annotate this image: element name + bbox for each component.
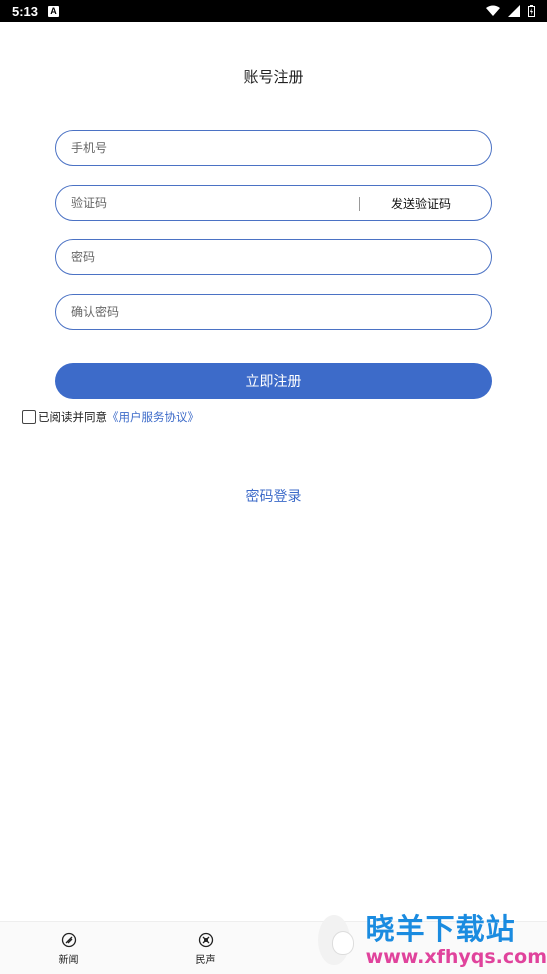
page-title: 账号注册 <box>243 68 304 86</box>
password-input[interactable] <box>71 250 351 264</box>
status-icons <box>486 5 535 17</box>
status-time: 5:13 <box>12 3 39 19</box>
confirm-password-input[interactable] <box>71 305 351 319</box>
agreement-checkbox[interactable] <box>22 410 36 424</box>
agreement-text: 已阅读并同意 <box>38 410 107 424</box>
battery-icon <box>528 5 535 17</box>
sheep-logo-icon <box>318 914 354 965</box>
register-button[interactable]: 立即注册 <box>55 363 492 399</box>
news-icon <box>61 932 76 947</box>
tab-voice[interactable]: 民声 <box>137 922 274 974</box>
confirm-password-field[interactable] <box>55 294 492 330</box>
tab-news-label: 新闻 <box>58 954 79 966</box>
signal-icon <box>508 5 520 17</box>
code-field[interactable]: 发送验证码 <box>55 185 492 221</box>
status-bar: 5:13 A <box>0 0 547 22</box>
agreement-link[interactable]: 《用户服务协议》 <box>107 409 199 425</box>
watermark-url: www.xfhyqs.com <box>365 945 547 968</box>
watermark: 晓羊下载站 www.xfhyqs.com <box>318 905 547 974</box>
code-divider <box>359 197 360 211</box>
tab-news[interactable]: 新闻 <box>0 922 137 974</box>
send-code-button[interactable]: 发送验证码 <box>371 186 471 220</box>
wifi-icon <box>486 5 500 16</box>
code-input[interactable] <box>71 196 351 210</box>
phone-field[interactable] <box>55 130 492 166</box>
password-field[interactable] <box>55 239 492 275</box>
notification-a-icon: A <box>48 5 60 17</box>
tab-voice-label: 民声 <box>195 954 216 966</box>
password-login-link[interactable]: 密码登录 <box>0 486 547 506</box>
watermark-text: 晓羊下载站 <box>365 911 516 946</box>
phone-input[interactable] <box>71 141 351 155</box>
voice-icon <box>198 932 213 947</box>
agreement-row: 已阅读并同意 《用户服务协议》 <box>22 409 199 425</box>
